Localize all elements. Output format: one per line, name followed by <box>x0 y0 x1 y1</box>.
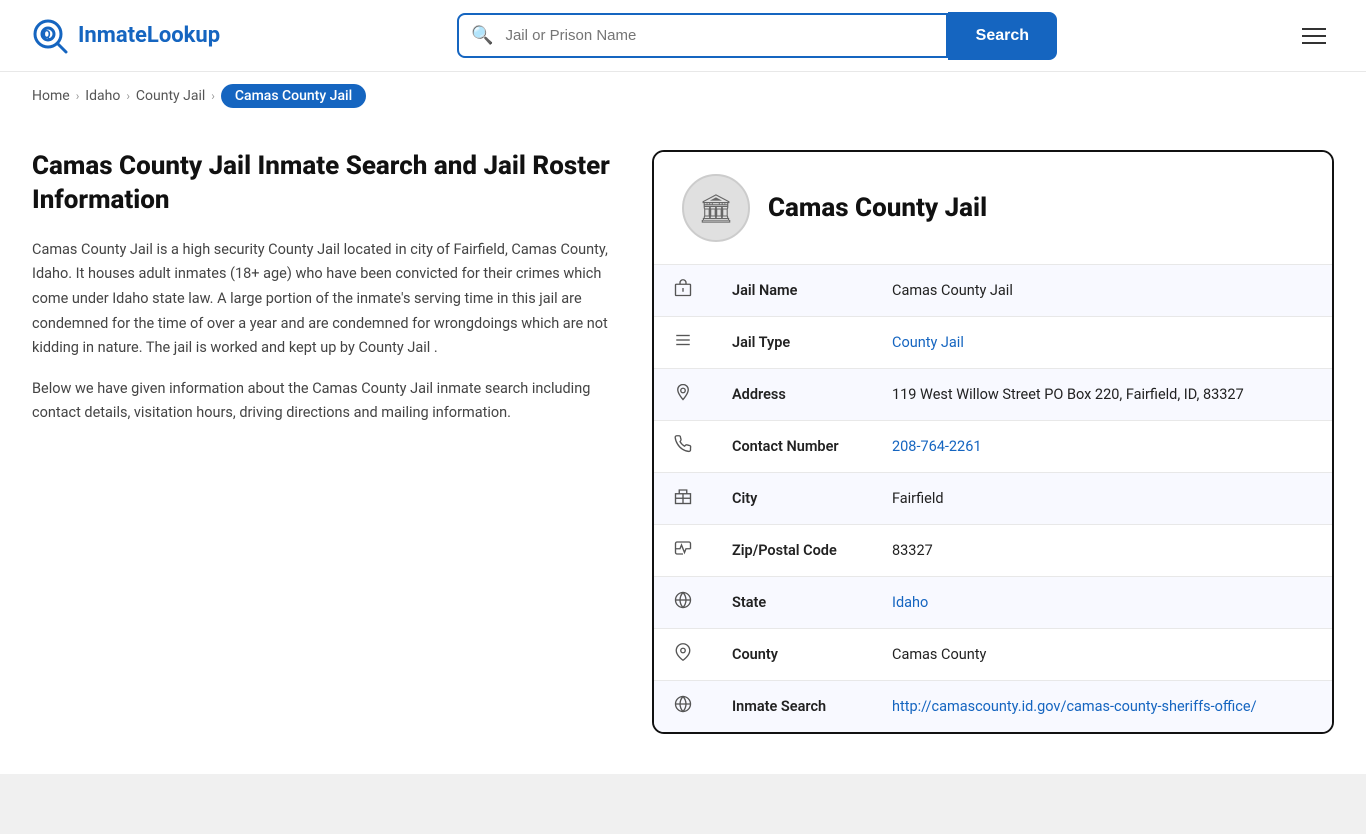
table-row: CountyCamas County <box>654 629 1332 681</box>
row-value: 83327 <box>872 525 1332 577</box>
row-icon <box>654 525 712 577</box>
table-row: Contact Number208-764-2261 <box>654 421 1332 473</box>
info-card: 🏛 Camas County Jail Jail NameCamas Count… <box>652 150 1334 734</box>
row-icon <box>654 629 712 681</box>
description-para-1: Camas County Jail is a high security Cou… <box>32 238 612 361</box>
table-row: Inmate Searchhttp://camascounty.id.gov/c… <box>654 681 1332 733</box>
row-icon <box>654 421 712 473</box>
logo-text: InmateLookup <box>78 23 220 48</box>
logo: Q InmateLookup <box>32 18 220 54</box>
breadcrumb-sep-2: › <box>126 89 130 103</box>
breadcrumb-sep-3: › <box>211 89 215 103</box>
row-label: Zip/Postal Code <box>712 525 872 577</box>
info-table: Jail NameCamas County JailJail TypeCount… <box>654 264 1332 732</box>
search-area: 🔍 Search <box>457 12 1057 60</box>
breadcrumb-current: Camas County Jail <box>221 84 366 108</box>
footer <box>0 774 1366 834</box>
row-value: 119 West Willow Street PO Box 220, Fairf… <box>872 369 1332 421</box>
table-row: Zip/Postal Code83327 <box>654 525 1332 577</box>
row-label: City <box>712 473 872 525</box>
row-label: County <box>712 629 872 681</box>
hamburger-line-2 <box>1302 35 1326 37</box>
breadcrumb-sep-1: › <box>76 89 80 103</box>
row-value[interactable]: County Jail <box>872 317 1332 369</box>
card-title: Camas County Jail <box>768 193 987 223</box>
logo-icon: Q <box>32 18 68 54</box>
hamburger-line-3 <box>1302 42 1326 44</box>
page-title: Camas County Jail Inmate Search and Jail… <box>32 150 612 218</box>
row-value[interactable]: 208-764-2261 <box>872 421 1332 473</box>
hamburger-menu-button[interactable] <box>1294 20 1334 52</box>
row-icon <box>654 681 712 733</box>
search-input[interactable] <box>505 15 945 56</box>
row-value[interactable]: http://camascounty.id.gov/camas-county-s… <box>872 681 1332 733</box>
table-row: CityFairfield <box>654 473 1332 525</box>
table-row: Jail NameCamas County Jail <box>654 265 1332 317</box>
jail-avatar: 🏛 <box>682 174 750 242</box>
row-icon <box>654 577 712 629</box>
row-label: Address <box>712 369 872 421</box>
description-para-2: Below we have given information about th… <box>32 377 612 426</box>
row-label: Inmate Search <box>712 681 872 733</box>
search-icon: 🔍 <box>459 25 505 46</box>
row-value[interactable]: Idaho <box>872 577 1332 629</box>
row-icon <box>654 317 712 369</box>
table-row: Address119 West Willow Street PO Box 220… <box>654 369 1332 421</box>
breadcrumb-state[interactable]: Idaho <box>85 88 120 104</box>
svg-text:Q: Q <box>43 28 51 41</box>
row-label: State <box>712 577 872 629</box>
row-icon <box>654 473 712 525</box>
row-label: Contact Number <box>712 421 872 473</box>
breadcrumb-type[interactable]: County Jail <box>136 88 205 104</box>
table-row: StateIdaho <box>654 577 1332 629</box>
card-header: 🏛 Camas County Jail <box>654 152 1332 264</box>
row-value: Fairfield <box>872 473 1332 525</box>
search-wrapper: 🔍 <box>457 13 948 58</box>
breadcrumb-home[interactable]: Home <box>32 88 70 104</box>
table-row: Jail TypeCounty Jail <box>654 317 1332 369</box>
row-icon <box>654 265 712 317</box>
row-icon <box>654 369 712 421</box>
search-button[interactable]: Search <box>948 12 1057 60</box>
main-content: Camas County Jail Inmate Search and Jail… <box>0 120 1366 774</box>
left-panel: Camas County Jail Inmate Search and Jail… <box>32 150 652 442</box>
row-label: Jail Name <box>712 265 872 317</box>
row-label: Jail Type <box>712 317 872 369</box>
hamburger-line-1 <box>1302 28 1326 30</box>
row-value: Camas County Jail <box>872 265 1332 317</box>
header: Q InmateLookup 🔍 Search <box>0 0 1366 72</box>
row-value: Camas County <box>872 629 1332 681</box>
breadcrumb: Home › Idaho › County Jail › Camas Count… <box>0 72 1366 120</box>
